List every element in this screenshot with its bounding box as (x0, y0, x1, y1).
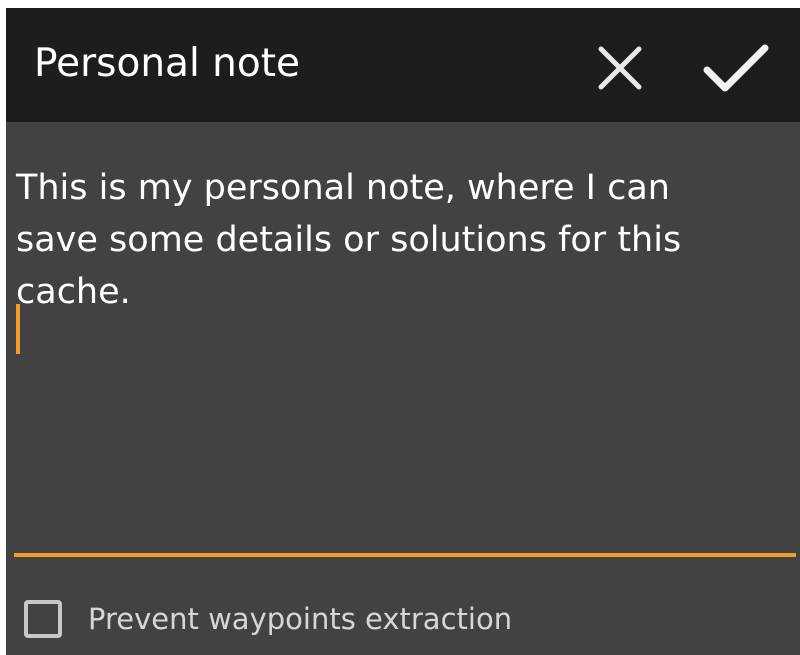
dialog-title: Personal note (34, 41, 301, 86)
prevent-waypoints-option[interactable]: Prevent waypoints extraction (24, 593, 512, 645)
text-cursor (16, 304, 20, 354)
check-icon (703, 44, 769, 92)
personal-note-input[interactable]: This is my personal note, where I can sa… (6, 122, 800, 562)
close-icon (598, 46, 642, 90)
note-text[interactable]: This is my personal note, where I can sa… (16, 162, 786, 318)
dialog-toolbar: Personal note (6, 8, 800, 122)
prevent-waypoints-checkbox[interactable] (24, 600, 62, 638)
confirm-button[interactable] (696, 32, 776, 104)
prevent-waypoints-label: Prevent waypoints extraction (88, 602, 513, 636)
cancel-button[interactable] (580, 32, 660, 104)
personal-note-dialog: Personal note This is my personal note, … (6, 8, 800, 655)
input-underline (14, 553, 796, 557)
